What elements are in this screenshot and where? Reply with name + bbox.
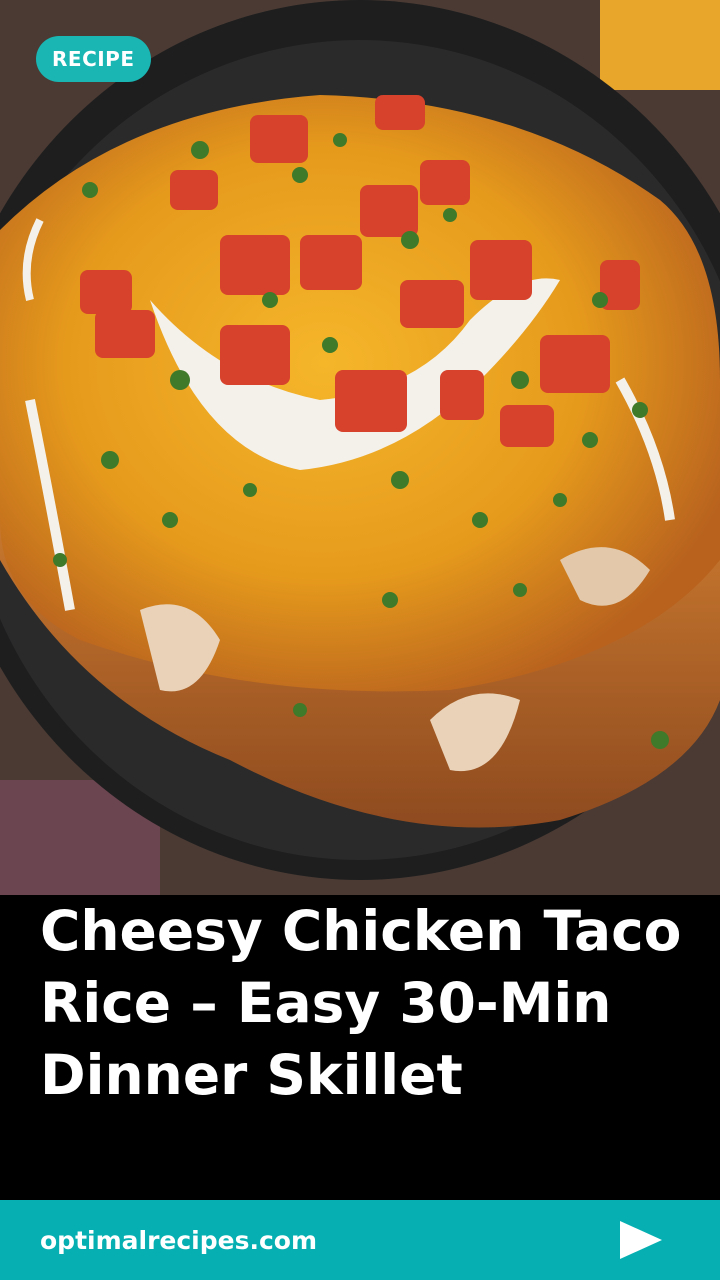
site-link[interactable]: optimalrecipes.com bbox=[40, 1226, 317, 1255]
footer-bar[interactable]: optimalrecipes.com bbox=[0, 1200, 720, 1280]
recipe-badge: RECIPE bbox=[36, 36, 151, 82]
title-area: Cheesy Chicken Taco Rice – Easy 30-Min D… bbox=[0, 895, 720, 1200]
food-illustration bbox=[0, 0, 720, 895]
hero-image: RECIPE bbox=[0, 0, 720, 895]
pin-title: Cheesy Chicken Taco Rice – Easy 30-Min D… bbox=[40, 899, 682, 1107]
badge-label: RECIPE bbox=[52, 47, 135, 71]
play-icon[interactable] bbox=[620, 1221, 662, 1259]
